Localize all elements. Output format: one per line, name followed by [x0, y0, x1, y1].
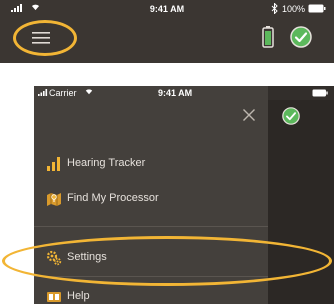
- menu-item-help[interactable]: Help: [34, 285, 268, 304]
- check-icon[interactable]: [290, 26, 312, 48]
- battery-icon: [308, 4, 326, 13]
- menu-item-label: Help: [67, 290, 90, 302]
- help-icon: [47, 292, 61, 302]
- menu-item-find-my-processor[interactable]: Find My Processor: [34, 187, 268, 211]
- app-header-screen: 9:41 AM 100%: [0, 0, 334, 63]
- status-time: 9:41 AM: [158, 88, 193, 98]
- status-bar: Carrier 9:41 AM: [34, 86, 334, 100]
- menu-item-label: Hearing Tracker: [67, 157, 146, 169]
- hamburger-menu-icon: [32, 32, 50, 44]
- carrier-label: Carrier: [49, 88, 77, 98]
- status-bar: 9:41 AM 100%: [0, 0, 334, 18]
- bluetooth-icon: [271, 3, 278, 14]
- menu-item-label: Find My Processor: [67, 192, 159, 204]
- menu-item-hearing-tracker[interactable]: Hearing Tracker: [34, 152, 268, 176]
- check-icon[interactable]: [282, 107, 300, 125]
- battery-icon: [312, 89, 328, 97]
- device-battery-icon[interactable]: [262, 26, 274, 48]
- bar-chart-icon: [47, 157, 60, 171]
- wifi-icon: [85, 89, 93, 95]
- map-pin-icon: [47, 193, 61, 206]
- signal-icon: [38, 89, 48, 96]
- close-icon[interactable]: [242, 108, 256, 122]
- menu-button[interactable]: [13, 20, 77, 56]
- battery-percent: 100%: [281, 4, 305, 14]
- menu-divider: [34, 226, 268, 227]
- settings-highlight-ring: [2, 236, 332, 286]
